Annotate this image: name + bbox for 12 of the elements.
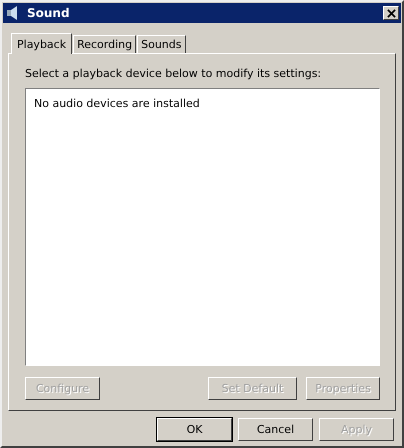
- tab[interactable]: Playback: [11, 33, 72, 54]
- tab[interactable]: Sounds: [137, 35, 186, 53]
- device-list[interactable]: No audio devices are installed: [25, 88, 380, 366]
- instruction-text: Select a playback device below to modify its settings:: [25, 67, 322, 80]
- dialog-button[interactable]: Cancel: [238, 418, 313, 441]
- tab[interactable]: Recording: [73, 35, 136, 53]
- dialog-button[interactable]: OK: [157, 418, 232, 441]
- speaker-icon: [7, 6, 19, 20]
- close-icon: [386, 8, 396, 18]
- close-button[interactable]: [383, 6, 399, 20]
- empty-message: No audio devices are installed: [34, 97, 200, 110]
- window-title: Sound: [27, 6, 71, 20]
